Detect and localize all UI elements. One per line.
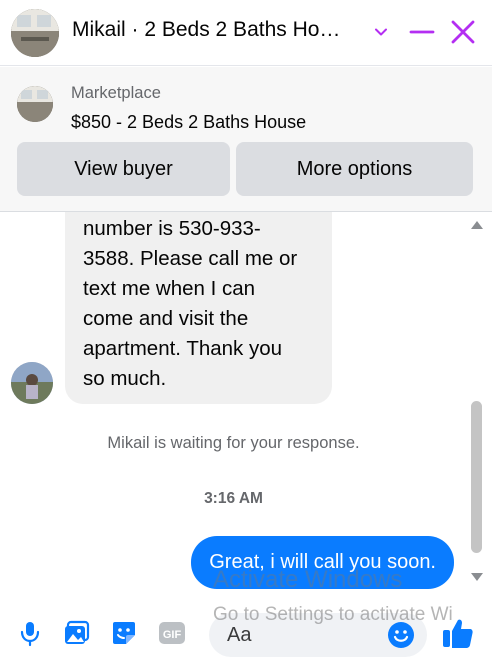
outgoing-message-bubble[interactable]: Great, i will call you soon. <box>191 536 454 589</box>
message-line: come and visit the <box>83 307 249 330</box>
message-line: apartment. Thank you <box>83 337 283 360</box>
waiting-notice: Mikail is waiting for your response. <box>107 434 360 452</box>
listing-thumbnail[interactable] <box>17 86 53 122</box>
minimize-icon[interactable] <box>408 18 436 46</box>
message-timestamp: 3:16 AM <box>204 490 263 507</box>
message-input[interactable] <box>227 613 377 657</box>
sticker-icon[interactable] <box>110 619 138 647</box>
marketplace-label: Marketplace <box>71 84 161 102</box>
message-line: so much. <box>83 367 167 390</box>
message-line: text me when I can <box>83 277 256 300</box>
photo-icon[interactable] <box>63 619 91 647</box>
marketplace-panel: Marketplace $850 - 2 Beds 2 Baths House … <box>0 67 492 212</box>
close-icon[interactable] <box>449 18 477 46</box>
chat-header: Mikail · 2 Beds 2 Baths Ho… <box>0 0 492 66</box>
message-line: number is 530-933- <box>83 217 261 240</box>
incoming-message-bubble[interactable]: number is 530-933- 3588. Please call me … <box>65 212 332 404</box>
listing-title[interactable]: $850 - 2 Beds 2 Baths House <box>71 112 306 133</box>
message-list[interactable]: number is 530-933- 3588. Please call me … <box>0 212 492 604</box>
emoji-icon[interactable] <box>387 621 415 649</box>
chat-window: Mikail · 2 Beds 2 Baths Ho… Marketplace … <box>0 0 492 664</box>
sender-avatar[interactable] <box>11 362 53 404</box>
scroll-up-arrow[interactable] <box>470 218 484 230</box>
contact-avatar[interactable] <box>11 9 59 57</box>
scrollbar-thumb[interactable] <box>471 401 482 553</box>
view-buyer-button[interactable]: View buyer <box>17 142 230 196</box>
scroll-down-arrow[interactable] <box>470 570 484 582</box>
chevron-down-icon[interactable] <box>367 18 395 46</box>
gif-label: GIF <box>163 629 182 641</box>
message-line: 3588. Please call me or <box>83 247 298 270</box>
microphone-icon[interactable] <box>16 619 44 647</box>
more-options-button[interactable]: More options <box>236 142 473 196</box>
like-icon[interactable] <box>441 616 475 650</box>
message-input-container[interactable] <box>209 613 427 657</box>
message-composer: GIF <box>0 604 492 664</box>
gif-icon[interactable]: GIF <box>158 619 186 647</box>
chat-title[interactable]: Mikail · 2 Beds 2 Baths Ho… <box>72 18 362 42</box>
